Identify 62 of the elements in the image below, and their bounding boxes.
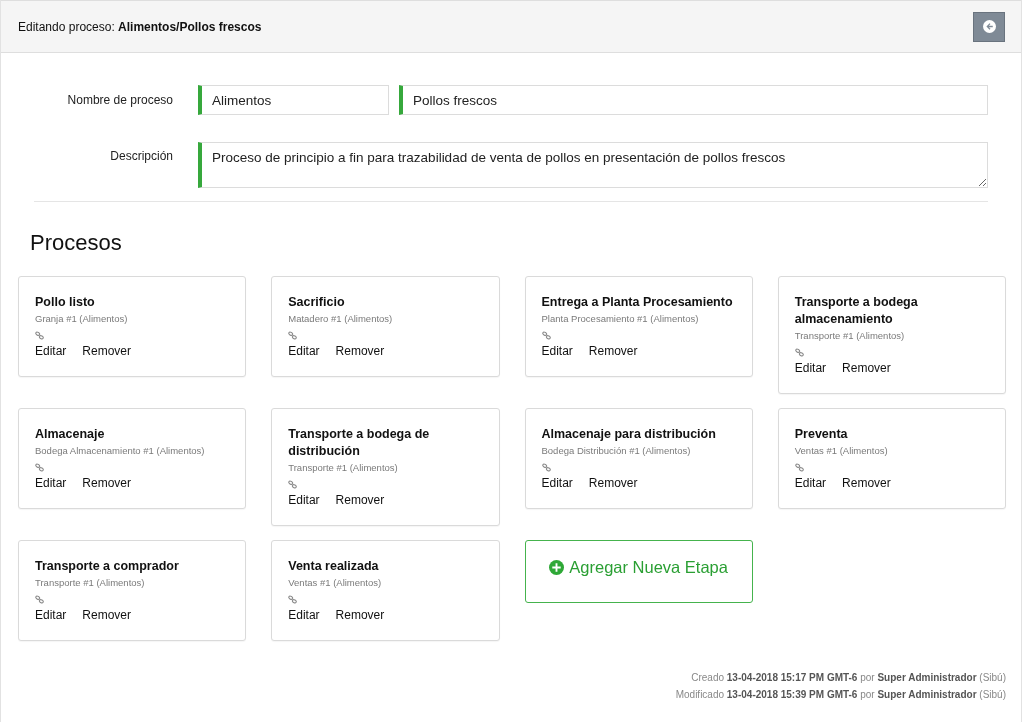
stage-location: Transporte #1 (Alimentos)	[794, 329, 906, 343]
link-icon	[288, 479, 298, 489]
stage-location: Planta Procesamiento #1 (Alimentos)	[541, 312, 700, 326]
action-link[interactable]: Remover	[842, 360, 891, 377]
action-link[interactable]: Remover	[82, 475, 132, 492]
stage-location: Transporte #1 (Alimentos)	[288, 461, 399, 475]
stage-title: Venta realizada	[288, 558, 380, 575]
page-title: Editando proceso: Alimentos/Pollos frescos	[18, 18, 262, 36]
stage-location: Ventas #1 (Alimentos)	[288, 576, 383, 590]
stage-title: Preventa	[794, 426, 849, 443]
action-link[interactable]: Remover	[335, 607, 385, 624]
action-link[interactable]: Editar	[35, 475, 67, 492]
stage-location: Matadero #1 (Alimentos)	[288, 312, 394, 326]
link-icon	[794, 462, 804, 472]
link-icon	[35, 330, 44, 340]
stage-title: Almacenaje	[35, 426, 106, 443]
action-link[interactable]: Remover	[588, 475, 638, 492]
stage-title: Transporte a bodega de distribución	[288, 426, 431, 460]
action-link[interactable]: Remover	[82, 607, 132, 624]
link-icon	[541, 462, 551, 472]
action-link[interactable]: Editar	[541, 343, 573, 360]
link-icon	[288, 594, 298, 604]
plus-circle-icon	[549, 559, 565, 575]
link-icon	[288, 330, 298, 340]
field-label: Nombre de proceso	[66, 92, 173, 108]
stage-location: Transporte #1 (Alimentos)	[35, 576, 146, 590]
stage-title: Pollo listo	[35, 294, 96, 311]
action-link[interactable]: Remover	[588, 343, 638, 360]
input-field[interactable]: Pollos frescos	[399, 85, 988, 115]
input-field[interactable]: Alimentos	[198, 85, 389, 115]
stage-title: Sacrificio	[288, 294, 346, 311]
back-button[interactable]	[973, 11, 1005, 42]
action-link[interactable]: Editar	[35, 343, 67, 360]
action-link[interactable]: Remover	[335, 343, 385, 360]
action-link[interactable]: Remover	[82, 343, 132, 360]
stage-title: Entrega a Planta Procesamiento	[541, 294, 734, 311]
stage-location: Bodega Distribución #1 (Alimentos)	[541, 444, 692, 458]
action-link[interactable]: Editar	[288, 607, 320, 624]
action-link[interactable]: Editar	[541, 475, 573, 492]
action-link[interactable]: Editar	[794, 360, 827, 377]
stage-location: Ventas #1 (Alimentos)	[794, 444, 889, 458]
stage-location: Granja #1 (Alimentos)	[35, 312, 129, 326]
stage-title: Transporte a bodega almacenamiento	[794, 294, 919, 328]
action-link[interactable]: Editar	[288, 492, 320, 509]
stage-title: Transporte a comprador	[35, 558, 180, 575]
stage-location: Bodega Almacenamiento #1 (Alimentos)	[35, 444, 206, 458]
action-link[interactable]: Remover	[842, 475, 891, 492]
back-arrow-icon	[982, 20, 996, 33]
description-field[interactable]: Proceso de principio a fin para trazabilidad de venta de pollos en presentación de pollos frescos	[198, 142, 988, 188]
link-icon	[541, 330, 551, 340]
action-link[interactable]: Editar	[35, 607, 67, 624]
audit-text: Creado 13-04-2018 15:17 PM GMT-6 por Super Administrador (Sibú)	[691, 671, 1006, 685]
stage-title: Almacenaje para distribución	[541, 426, 717, 443]
action-link[interactable]: Editar	[288, 343, 320, 360]
link-icon	[794, 347, 804, 357]
field-label: Descripción	[109, 148, 173, 164]
section-heading: Procesos	[29, 230, 123, 256]
action-link[interactable]: Editar	[794, 475, 827, 492]
link-icon	[35, 594, 44, 604]
link-icon	[35, 462, 44, 472]
action-link[interactable]: Remover	[335, 492, 385, 509]
audit-text: Modificado 13-04-2018 15:39 PM GMT-6 por Super Administrador (Sibú)	[675, 688, 1006, 702]
